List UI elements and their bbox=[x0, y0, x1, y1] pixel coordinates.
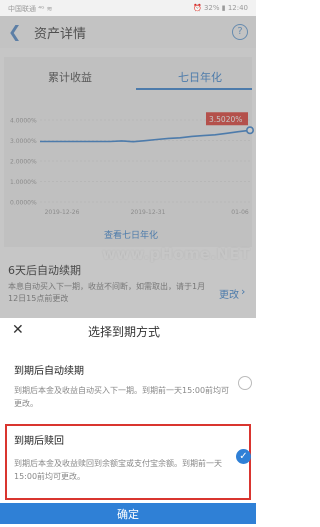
option-auto-renew-title[interactable]: 到期后自动续期 bbox=[14, 362, 84, 377]
sheet-title: 选择到期方式 bbox=[88, 325, 161, 339]
confirm-button[interactable]: 确定 bbox=[0, 503, 256, 524]
option-redeem-desc: 到期后本金及收益赎回到余额宝或支付宝余额。到期前一天15:00前均可更改。 bbox=[14, 459, 222, 481]
option-auto-renew-radio[interactable] bbox=[238, 376, 252, 390]
dim-overlay[interactable] bbox=[0, 16, 256, 318]
option-auto-renew-desc: 到期后本金及收益自动买入下一期。到期前一天15:00前均可更改。 bbox=[14, 386, 230, 408]
close-icon[interactable]: ✕ bbox=[12, 322, 24, 338]
carrier-text: 中国联通 ⁴ᴳ ≋ bbox=[8, 5, 53, 13]
option-redeem-title[interactable]: 到期后赎回 bbox=[14, 432, 64, 447]
status-right: ⏰ 32% ▮ 12:40 bbox=[193, 4, 248, 12]
check-icon[interactable]: ✓ bbox=[236, 449, 251, 464]
status-bar: 中国联通 ⁴ᴳ ≋ ⏰ 32% ▮ 12:40 bbox=[0, 0, 256, 16]
